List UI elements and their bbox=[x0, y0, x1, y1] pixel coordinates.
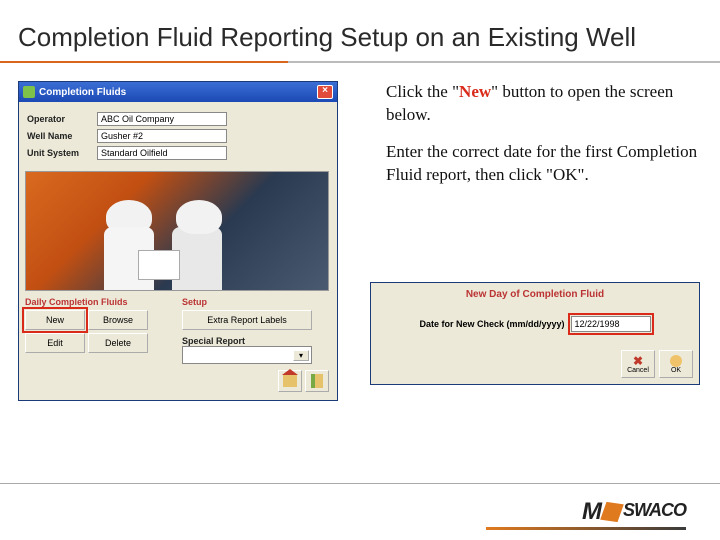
cancel-icon: ✖ bbox=[633, 355, 643, 367]
logo-underline bbox=[486, 527, 686, 530]
ok-label: OK bbox=[671, 367, 681, 374]
instruction-2: Enter the correct date for the first Com… bbox=[386, 141, 702, 187]
date-label: Date for New Check (mm/dd/yyyy) bbox=[419, 319, 564, 329]
cancel-label: Cancel bbox=[627, 367, 649, 374]
left-column: Completion Fluids × Operator ABC Oil Com… bbox=[18, 81, 358, 401]
extra-report-labels-button[interactable]: Extra Report Labels bbox=[182, 310, 312, 330]
illustration-photo bbox=[25, 171, 329, 291]
delete-button[interactable]: Delete bbox=[88, 333, 148, 353]
sections: Daily Completion Fluids New Browse Edit … bbox=[25, 297, 331, 364]
wellname-field[interactable]: Gusher #2 bbox=[97, 129, 227, 143]
browse-button[interactable]: Browse bbox=[88, 310, 148, 330]
operator-field[interactable]: ABC Oil Company bbox=[97, 112, 227, 126]
edit-button[interactable]: Edit bbox=[25, 333, 85, 353]
footer-divider bbox=[0, 483, 720, 484]
completion-fluids-window: Completion Fluids × Operator ABC Oil Com… bbox=[18, 81, 338, 401]
wellname-label: Well Name bbox=[27, 131, 97, 141]
operator-label: Operator bbox=[27, 114, 97, 124]
window-icon-row bbox=[25, 364, 331, 394]
dialog-title: New Day of Completion Fluid bbox=[371, 283, 699, 310]
instr1-pre: Click the " bbox=[386, 82, 459, 101]
close-icon[interactable]: × bbox=[317, 85, 333, 99]
special-report-select[interactable] bbox=[182, 346, 312, 364]
daily-section: Daily Completion Fluids New Browse Edit … bbox=[25, 297, 174, 364]
brand-logo: M SWACO bbox=[582, 498, 686, 526]
daily-section-label: Daily Completion Fluids bbox=[25, 297, 174, 307]
setup-section-label: Setup bbox=[182, 297, 331, 307]
home-icon[interactable] bbox=[278, 370, 302, 392]
new-button[interactable]: New bbox=[25, 310, 85, 330]
cancel-button[interactable]: ✖ Cancel bbox=[621, 350, 655, 378]
new-day-dialog: New Day of Completion Fluid Date for New… bbox=[370, 282, 700, 385]
special-report-label: Special Report bbox=[182, 336, 331, 346]
window-titlebar: Completion Fluids × bbox=[19, 82, 337, 102]
ok-icon bbox=[670, 355, 682, 367]
ok-button[interactable]: OK bbox=[659, 350, 693, 378]
info-grid: Operator ABC Oil Company Well Name Gushe… bbox=[25, 108, 331, 167]
instr1-highlight: New bbox=[459, 82, 491, 101]
window-title: Completion Fluids bbox=[39, 87, 126, 98]
slide-title: Completion Fluid Reporting Setup on an E… bbox=[0, 0, 720, 61]
instruction-1: Click the "New" button to open the scree… bbox=[386, 81, 702, 127]
setup-section: Setup Extra Report Labels Special Report bbox=[182, 297, 331, 364]
app-icon bbox=[23, 86, 35, 98]
window-body: Operator ABC Oil Company Well Name Gushe… bbox=[19, 102, 337, 400]
exit-icon[interactable] bbox=[305, 370, 329, 392]
unitsystem-field[interactable]: Standard Oilfield bbox=[97, 146, 227, 160]
unitsystem-label: Unit System bbox=[27, 148, 97, 158]
logo-mark-icon bbox=[600, 502, 624, 522]
logo-swaco: SWACO bbox=[623, 500, 686, 520]
logo-m: M bbox=[582, 498, 601, 525]
title-divider bbox=[0, 61, 720, 63]
date-input[interactable]: 12/22/1998 bbox=[571, 316, 651, 332]
